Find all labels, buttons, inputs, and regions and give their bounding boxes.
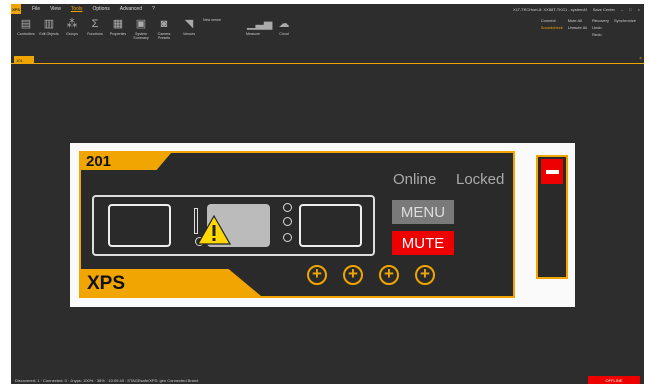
device-led [283, 233, 292, 242]
venues-button[interactable]: ◥ Venues [176, 14, 202, 56]
groups-icon: ⁂ [66, 18, 78, 30]
new-venue-button[interactable]: New venue [203, 14, 237, 56]
camera-presets-icon: ◙ [160, 18, 168, 30]
add-button-3[interactable]: + [379, 265, 399, 285]
level-side-panel [536, 155, 568, 279]
soundcheck-button[interactable]: Soundcheck [541, 25, 563, 30]
maximize-button[interactable]: □ [629, 7, 631, 12]
menu-tools[interactable]: Tools [71, 6, 83, 12]
properties-button[interactable]: ▦ Properties [107, 14, 129, 56]
status-online: Online [393, 171, 437, 188]
edit-objects-icon: ▥ [43, 18, 55, 30]
device-slot-right [299, 204, 362, 247]
functions-icon: Σ [91, 18, 99, 30]
system-summary-button[interactable]: ▣ System Summary [130, 14, 152, 56]
menu-help[interactable]: ? [152, 6, 155, 12]
system-summary-icon: ▣ [135, 18, 147, 30]
document-tab-bar: 101 × [11, 56, 644, 64]
device-type: XPS [87, 273, 126, 294]
edit-objects-button[interactable]: ▥ Edit Objects [38, 14, 60, 56]
unmute-all-button[interactable]: Unmute All [568, 25, 587, 30]
tab-close-icon[interactable]: × [639, 56, 642, 62]
device-led [283, 203, 292, 212]
recovery-button[interactable]: Recovery [592, 18, 609, 23]
offline-badge: OFFLINE [588, 376, 640, 384]
connect-button[interactable]: Connect [541, 18, 563, 23]
synchronize-button[interactable]: Synchronize [614, 18, 636, 23]
cloud-button[interactable]: ☁ Cloud [269, 14, 299, 56]
device-slot-left [108, 204, 171, 247]
device-illustration [92, 195, 375, 256]
measure-button[interactable]: ▁▃▅ Measure [238, 14, 273, 56]
menu-options[interactable]: Options [93, 6, 110, 12]
menu-bar: XPS File View Tools Options Advanced ? X… [11, 4, 644, 14]
functions-button[interactable]: Σ Functions [84, 14, 106, 56]
warning-icon [197, 215, 231, 245]
properties-icon: ▦ [112, 18, 124, 30]
minus-icon [545, 169, 559, 174]
camera-presets-button[interactable]: ◙ Camera Presets [153, 14, 175, 56]
status-locked: Locked [456, 171, 505, 188]
status-bar: Discovered: 1 · Connected: 0 · Jnyps: 10… [15, 377, 199, 383]
menu-advanced[interactable]: Advanced [120, 6, 142, 12]
undo-button[interactable]: Undo [592, 25, 609, 30]
connection-info: XLT-TECHnet-8: XX88T-TKG1 - system4f [513, 6, 587, 12]
ribbon-right-group: Connect Soundcheck Mute All Unmute All R… [541, 14, 636, 50]
device-card: 201 XPS Online Locked MENU MUTE + + + + [70, 143, 575, 307]
groups-button[interactable]: ⁂ Groups [61, 14, 83, 56]
window-right-area: XLT-TECHnet-8: XX88T-TKG1 - system4f Sav… [513, 4, 640, 14]
device-panel[interactable]: 201 XPS Online Locked MENU MUTE + + + + [79, 151, 515, 298]
device-number: 201 [86, 153, 112, 170]
measure-icon: ▁▃▅ [247, 18, 273, 30]
menu-view[interactable]: View [50, 6, 61, 12]
redo-button[interactable]: Redo [592, 32, 609, 37]
cloud-icon: ☁ [278, 18, 290, 30]
close-button[interactable]: × [638, 7, 640, 12]
document-tab[interactable]: 101 [14, 56, 34, 64]
device-led [283, 217, 292, 226]
minimize-button[interactable]: – [621, 7, 623, 12]
add-button-4[interactable]: + [415, 265, 435, 285]
add-button-1[interactable]: + [307, 265, 327, 285]
controllers-button[interactable]: ▤ Controllers [15, 14, 37, 56]
app-logo: XPS [11, 4, 21, 14]
venues-icon: ◥ [184, 18, 194, 30]
minus-button[interactable] [541, 159, 563, 184]
menu-button[interactable]: MENU [392, 200, 454, 224]
mute-all-button[interactable]: Mute All [568, 18, 587, 23]
add-button-2[interactable]: + [343, 265, 363, 285]
mute-button[interactable]: MUTE [392, 231, 454, 255]
controllers-icon: ▤ [20, 18, 32, 30]
user-button[interactable]: Save Center [593, 7, 615, 12]
menu-file[interactable]: File [32, 6, 40, 12]
